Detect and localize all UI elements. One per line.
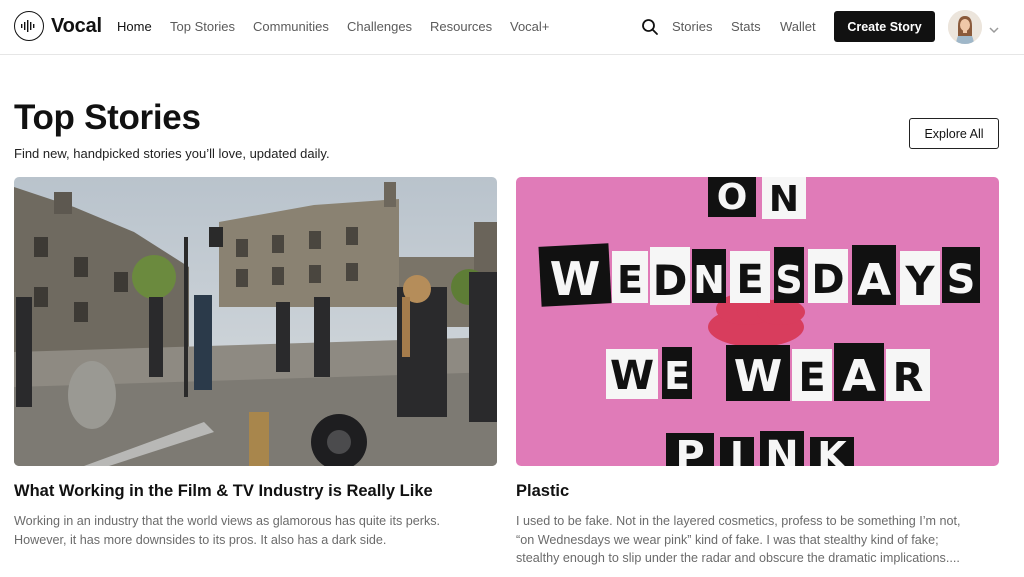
collage-letter: P [675,433,704,466]
collage-letter: R [893,355,924,401]
avatar[interactable] [948,10,982,44]
collage-letter: N [693,258,725,302]
top-navigation: Vocal Home Top Stories Communities Chall… [0,0,1024,55]
collage-letter: W [610,353,654,399]
page-title: Top Stories [14,98,201,137]
page-subtitle: Find new, handpicked stories you’ll love… [14,146,330,161]
collage-letter: S [947,257,976,303]
create-story-button[interactable]: Create Story [834,11,935,42]
story-excerpt: I used to be fake. Not in the layered co… [516,512,1002,568]
nav-top-stories[interactable]: Top Stories [170,19,235,34]
story-image-film-set[interactable] [14,177,497,466]
collage-letter: Y [905,259,936,305]
collage-letter: D [653,256,688,305]
excerpt-line: stealthy enough to slip under the radar … [516,551,960,565]
nav-challenges[interactable]: Challenges [347,19,412,34]
excerpt-line: Working in an industry that the world vi… [14,514,441,528]
collage-letter: K [817,434,848,466]
story-excerpt: Working in an industry that the world vi… [14,512,500,549]
collage-letter: E [798,355,825,401]
soundwave-circle-icon [14,11,44,41]
collage-letter: W [734,351,783,402]
excerpt-line: I used to be fake. Not in the layered co… [516,514,961,528]
nav-stories[interactable]: Stories [672,19,712,34]
nav-home[interactable]: Home [117,19,152,34]
collage-letter: O [717,177,748,218]
explore-all-button[interactable]: Explore All [909,118,999,149]
collage-letter: S [775,258,802,302]
story-image-mean-girls-letters[interactable]: O N W E D N E S D A Y S W E W E A R P I … [516,177,999,466]
collage-letter: A [857,255,891,306]
nav-wallet[interactable]: Wallet [780,19,816,34]
nav-stats[interactable]: Stats [731,19,761,34]
collage-letter: D [811,257,844,303]
collage-letter: A [842,351,876,402]
nav-communities[interactable]: Communities [253,19,329,34]
nav-vocal-plus[interactable]: Vocal+ [510,19,549,34]
collage-letter: E [664,354,690,398]
vocal-logo[interactable]: Vocal [14,11,102,41]
collage-letter: E [617,258,643,302]
collage-letter: N [765,433,798,466]
excerpt-line: “on Wednesdays we wear pink” kind of fak… [516,532,939,547]
chevron-down-icon[interactable] [988,22,1000,34]
story-title[interactable]: What Working in the Film & TV Industry i… [14,482,433,501]
search-icon[interactable] [640,17,660,37]
collage-letter: I [730,434,744,466]
brand-name: Vocal [51,14,102,37]
collage-letter: N [769,179,799,220]
nav-resources[interactable]: Resources [430,19,492,34]
excerpt-line: However, it has more downsides to its pr… [14,532,387,547]
collage-letter: E [736,257,763,303]
story-title[interactable]: Plastic [516,482,569,501]
collage-letter: W [550,252,601,306]
